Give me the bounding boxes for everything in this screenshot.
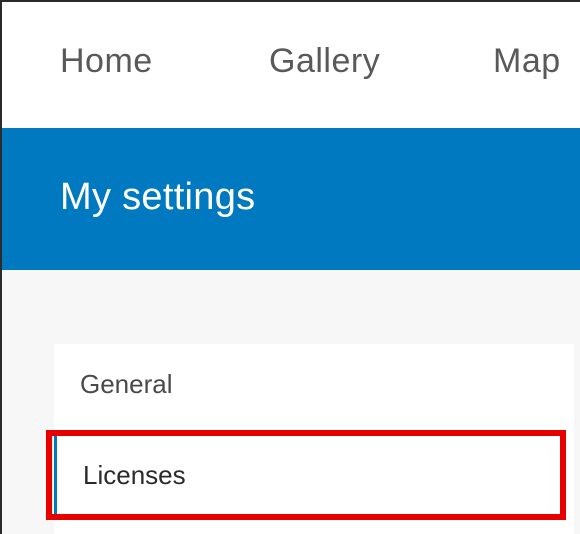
settings-menu: General Licenses	[54, 344, 574, 534]
top-navigation: Home Gallery Map	[2, 2, 580, 128]
settings-menu-item-general[interactable]: General	[54, 344, 574, 424]
nav-map-link[interactable]: Map	[493, 42, 561, 81]
screenshot-frame: Home Gallery Map My settings General Lic…	[0, 0, 580, 534]
page-title: My settings	[60, 176, 256, 218]
settings-content: General Licenses	[2, 270, 580, 534]
nav-home-link[interactable]: Home	[60, 42, 153, 81]
nav-gallery-link[interactable]: Gallery	[269, 42, 380, 81]
settings-menu-item-licenses[interactable]: Licenses	[54, 434, 574, 516]
page-header-banner: My settings	[2, 128, 580, 270]
